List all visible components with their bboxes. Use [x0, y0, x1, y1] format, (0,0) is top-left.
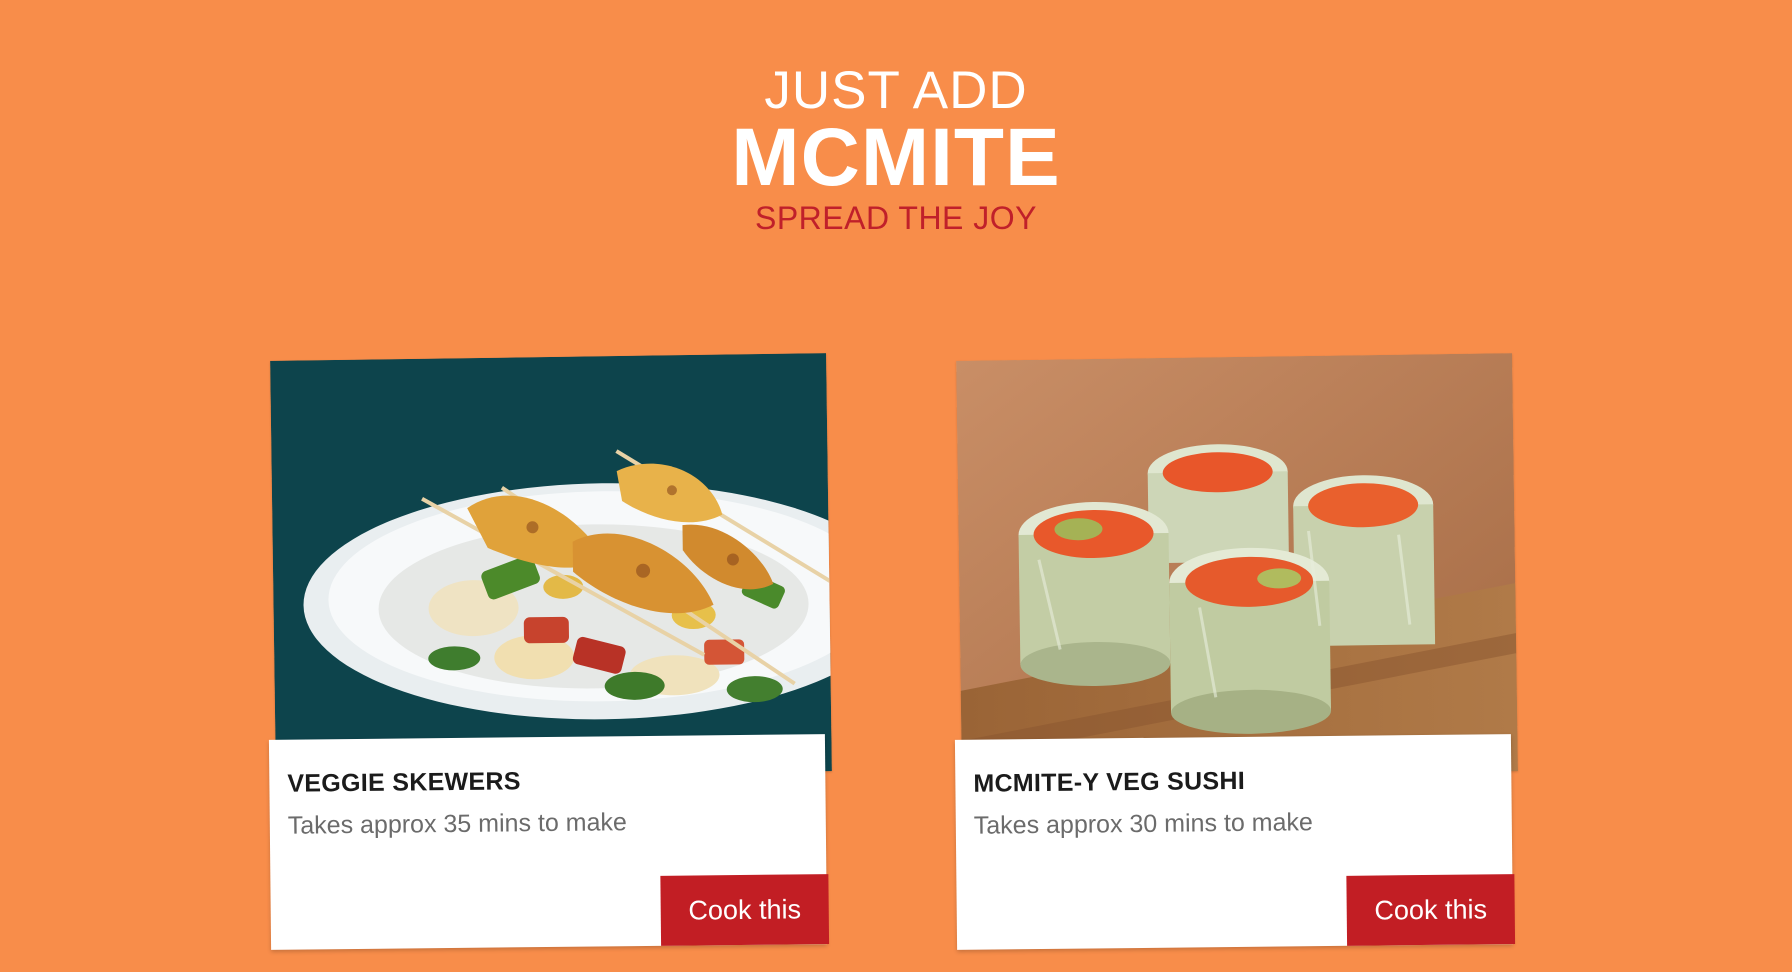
veggie-skewers-photo[interactable] [270, 353, 832, 779]
recipe-title: VEGGIE SKEWERS [287, 767, 521, 798]
veggie-skewers-illustration [270, 353, 832, 779]
brand-title: MCMITE [731, 112, 1061, 203]
recipe-cook-time: Takes approx 30 mins to make [973, 808, 1314, 840]
recipe-cook-time: Takes approx 35 mins to make [287, 808, 628, 840]
recipe-info-panel: VEGGIE SKEWERS Takes approx 35 mins to m… [268, 734, 830, 950]
page: JUST ADD MCMITE SPREAD THE JOY VEGGIE SK… [0, 0, 1792, 972]
cook-this-button[interactable]: Cook this [1346, 874, 1516, 946]
hero-tagline: SPREAD THE JOY [754, 200, 1038, 236]
recipe-info-panel: MCMITE-Y VEG SUSHI Takes approx 30 mins … [954, 734, 1516, 950]
veg-sushi-photo[interactable] [956, 353, 1518, 779]
cook-this-button[interactable]: Cook this [660, 874, 830, 946]
veg-sushi-illustration [956, 353, 1518, 779]
hero-header: JUST ADD MCMITE SPREAD THE JOY [0, 60, 1792, 238]
recipe-title: MCMITE-Y VEG SUSHI [973, 766, 1246, 798]
